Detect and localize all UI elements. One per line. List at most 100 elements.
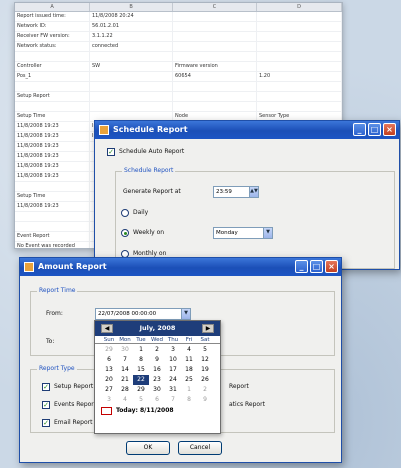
sheet-cell[interactable]: [90, 52, 173, 61]
calendar-day[interactable]: 20: [101, 375, 117, 385]
sheet-cell[interactable]: 11/8/2008 19:23: [15, 202, 90, 211]
sheet-cell[interactable]: [15, 212, 90, 221]
sheet-cell[interactable]: [173, 102, 257, 111]
maximize-icon[interactable]: □: [310, 260, 323, 273]
amount-report-titlebar[interactable]: Amount Report _ □ ×: [20, 258, 341, 276]
calendar-day[interactable]: 14: [117, 365, 133, 375]
calendar-day[interactable]: 16: [149, 365, 165, 375]
sheet-cell[interactable]: [173, 42, 257, 51]
calendar-day[interactable]: 15: [133, 365, 149, 375]
calendar-day[interactable]: 30: [149, 385, 165, 395]
sheet-cell[interactable]: [15, 102, 90, 111]
schedule-report-titlebar[interactable]: Schedule Report _ □ ×: [95, 121, 399, 139]
sheet-cell[interactable]: 56.01.2.01: [90, 22, 173, 31]
sheet-cell[interactable]: Setup Time: [15, 192, 90, 201]
calendar-day[interactable]: 10: [165, 355, 181, 365]
calendar-day[interactable]: 5: [197, 345, 213, 355]
calendar-day[interactable]: 9: [149, 355, 165, 365]
setup-report-checkbox[interactable]: ✓: [42, 383, 50, 391]
minimize-icon[interactable]: _: [353, 123, 366, 136]
sheet-cell[interactable]: 11/8/2008 19:23: [15, 142, 90, 151]
calendar-day[interactable]: 3: [165, 345, 181, 355]
calendar-day[interactable]: 3: [101, 395, 117, 405]
sheet-cell[interactable]: 60654: [173, 72, 257, 81]
sheet-cell[interactable]: 11/8/2008 19:23: [15, 152, 90, 161]
calendar-day[interactable]: 7: [165, 395, 181, 405]
calendar-day[interactable]: 22: [133, 375, 149, 385]
sheet-cell[interactable]: [257, 92, 342, 101]
sheet-cell[interactable]: [90, 72, 173, 81]
sheet-cell[interactable]: [173, 22, 257, 31]
maximize-icon[interactable]: □: [368, 123, 381, 136]
calendar-day[interactable]: 13: [101, 365, 117, 375]
column-header[interactable]: C: [173, 3, 258, 11]
sheet-cell[interactable]: [257, 22, 342, 31]
calendar-day[interactable]: 5: [133, 395, 149, 405]
close-icon[interactable]: ×: [325, 260, 338, 273]
sheet-cell[interactable]: Event Report: [15, 232, 90, 241]
calendar-day[interactable]: 8: [133, 355, 149, 365]
calendar-day[interactable]: 29: [101, 345, 117, 355]
calendar-day[interactable]: 28: [117, 385, 133, 395]
sheet-cell[interactable]: [173, 92, 257, 101]
sheet-cell[interactable]: Network status:: [15, 42, 90, 51]
calendar-day[interactable]: 27: [101, 385, 117, 395]
sheet-cell[interactable]: [257, 62, 342, 71]
sheet-cell[interactable]: [15, 222, 90, 231]
column-header[interactable]: B: [90, 3, 174, 11]
sheet-cell[interactable]: Firmware version: [173, 62, 257, 71]
calendar-day[interactable]: 25: [181, 375, 197, 385]
weekday-select[interactable]: Monday ▼: [213, 227, 273, 239]
sheet-cell[interactable]: [173, 32, 257, 41]
sheet-cell[interactable]: 1.20: [257, 72, 342, 81]
calendar-day[interactable]: 1: [181, 385, 197, 395]
close-icon[interactable]: ×: [383, 123, 396, 136]
today-link[interactable]: Today: 8/11/2008: [95, 406, 220, 416]
calendar-day[interactable]: 2: [149, 345, 165, 355]
sheet-cell[interactable]: 11/8/2008 19:23: [15, 132, 90, 141]
sheet-cell[interactable]: Setup Report: [15, 92, 90, 101]
email-report-checkbox[interactable]: ✓: [42, 419, 50, 427]
sheet-cell[interactable]: Network ID:: [15, 22, 90, 31]
weekly-radio[interactable]: [121, 229, 129, 237]
from-date-picker[interactable]: 22/07/2008 00:00:00 ▼: [95, 308, 191, 320]
next-month-icon[interactable]: ▶: [202, 324, 214, 333]
calendar-day[interactable]: 4: [117, 395, 133, 405]
sheet-cell[interactable]: Controller: [15, 62, 90, 71]
schedule-auto-report-checkbox[interactable]: ✓: [107, 148, 115, 156]
sheet-cell[interactable]: 11/8/2008 20:24: [90, 12, 173, 21]
cancel-button[interactable]: Cancel: [178, 441, 222, 455]
sheet-cell[interactable]: [90, 92, 173, 101]
calendar-day[interactable]: 18: [181, 365, 197, 375]
calendar-day[interactable]: 1: [133, 345, 149, 355]
calendar-day[interactable]: 30: [117, 345, 133, 355]
sheet-cell[interactable]: [257, 102, 342, 111]
sheet-cell[interactable]: [90, 102, 173, 111]
chevron-down-icon[interactable]: ▼: [181, 309, 190, 319]
report-time-spinner[interactable]: 23:59 ▲▼: [213, 186, 259, 198]
sheet-cell[interactable]: Pos_1: [15, 72, 90, 81]
sheet-cell[interactable]: [257, 12, 342, 21]
calendar-day[interactable]: 9: [197, 395, 213, 405]
calendar-day[interactable]: 6: [101, 355, 117, 365]
calendar-day[interactable]: 29: [133, 385, 149, 395]
column-header[interactable]: A: [15, 3, 91, 11]
sheet-cell[interactable]: [15, 52, 90, 61]
calendar-day[interactable]: 11: [181, 355, 197, 365]
calendar-day[interactable]: 23: [149, 375, 165, 385]
calendar-day[interactable]: 17: [165, 365, 181, 375]
spinner-arrows-icon[interactable]: ▲▼: [249, 187, 258, 197]
daily-radio[interactable]: [121, 209, 129, 217]
calendar-day[interactable]: 2: [197, 385, 213, 395]
calendar-day[interactable]: 7: [117, 355, 133, 365]
sheet-cell[interactable]: 11/8/2008 19:23: [15, 162, 90, 171]
calendar-day[interactable]: 31: [165, 385, 181, 395]
sheet-cell[interactable]: [257, 32, 342, 41]
calendar-day[interactable]: 24: [165, 375, 181, 385]
sheet-cell[interactable]: [15, 182, 90, 191]
prev-month-icon[interactable]: ◀: [101, 324, 113, 333]
sheet-cell[interactable]: [257, 82, 342, 91]
sheet-cell[interactable]: SW: [90, 62, 173, 71]
minimize-icon[interactable]: _: [295, 260, 308, 273]
sheet-cell[interactable]: 11/8/2008 19:23: [15, 122, 90, 131]
